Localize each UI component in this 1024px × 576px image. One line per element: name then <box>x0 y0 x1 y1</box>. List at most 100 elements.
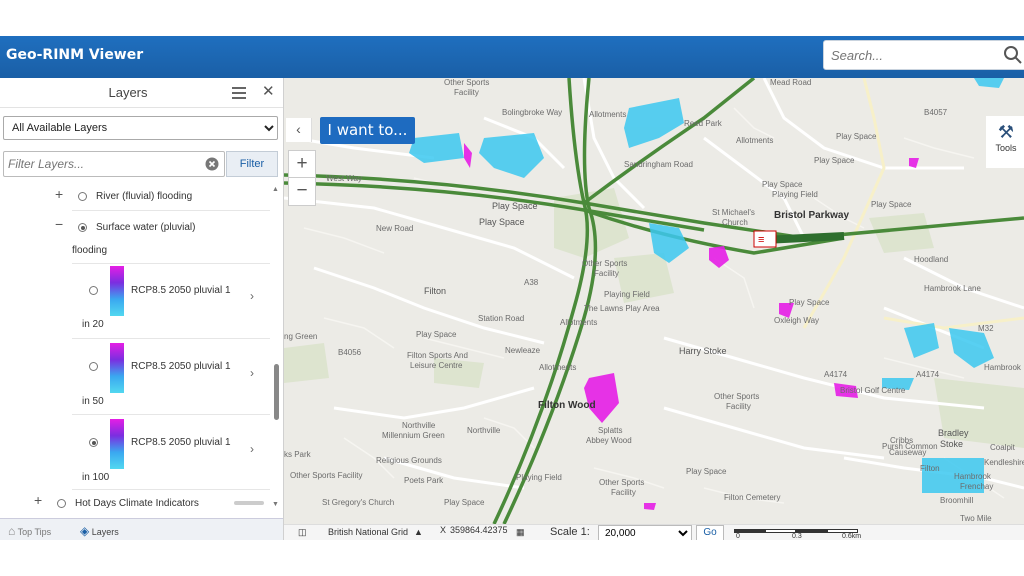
zoom-out-button[interactable]: − <box>289 178 315 205</box>
legend-swatch <box>110 266 124 316</box>
coord-system-selector[interactable]: British National Grid <box>328 527 408 537</box>
sublayer-label-continued: in 100 <box>82 472 110 483</box>
map-label: Play Space <box>492 201 538 211</box>
scroll-down-icon[interactable]: ▼ <box>272 501 279 508</box>
map-label: Harry Stoke <box>679 346 727 356</box>
scrollbar-thumb[interactable] <box>274 364 279 420</box>
map-label: Bolingbroke Way <box>502 108 563 117</box>
map-label: New Road <box>376 224 414 233</box>
expand-icon[interactable]: + <box>34 492 42 508</box>
app-window: Geo-RINM Viewer Layers ✕ All Available L… <box>0 36 1024 540</box>
map-label: Filton Wood <box>538 400 596 411</box>
scale-tick: 0.6km <box>842 533 862 540</box>
filter-field[interactable] <box>3 151 225 177</box>
scale-tick: 0 <box>736 533 740 540</box>
divider <box>72 338 270 339</box>
map-label: Kendleshire <box>984 458 1024 467</box>
map-label: Allotments <box>539 363 577 372</box>
filter-button[interactable]: Filter <box>226 151 278 177</box>
sublayer-radio-1in100[interactable] <box>89 438 98 447</box>
sublayer-radio-1in50[interactable] <box>89 362 98 371</box>
map-label: Facility <box>594 269 619 278</box>
map-label: Allotments <box>589 110 627 119</box>
map-label: Stoke <box>940 439 964 449</box>
layer-category-select[interactable]: All Available Layers <box>3 116 278 140</box>
i-want-to-button[interactable]: I want to... <box>320 117 415 144</box>
clear-filter-icon[interactable] <box>205 157 219 176</box>
map-label: Two Mile <box>960 514 992 523</box>
map-label: St Gregory's Church <box>322 498 395 507</box>
grid-icon[interactable]: ▦ <box>516 527 525 538</box>
filter-input[interactable] <box>4 152 199 176</box>
map-label: Causeway <box>889 448 927 457</box>
search-box[interactable] <box>823 40 1024 70</box>
map-label: Facility <box>726 402 751 411</box>
map-label: Leisure Centre <box>410 361 463 370</box>
map-label: Other Sports <box>582 259 628 268</box>
go-button[interactable]: Go <box>696 525 724 540</box>
map-label: Newleaze <box>505 346 541 355</box>
map-label: Bradley <box>938 428 969 438</box>
map-label: Millennium Green <box>382 431 445 440</box>
map-label: Hoodland <box>914 255 949 264</box>
map-label: Filton <box>920 464 940 473</box>
tree-scrollbar[interactable]: ▲ ▼ <box>272 186 280 511</box>
map-label: Other Sports <box>599 478 645 487</box>
chevron-right-icon[interactable]: › <box>250 366 254 380</box>
map-label: Allotments <box>736 136 774 145</box>
zoom-in-button[interactable]: + <box>289 151 315 178</box>
search-icon[interactable] <box>1003 45 1023 70</box>
map-label: Hambrook <box>954 472 991 481</box>
opacity-slider[interactable] <box>234 501 264 505</box>
sublayer-label-continued: in 50 <box>82 396 104 407</box>
river-flooding-radio[interactable] <box>78 192 87 201</box>
home-icon: ⌂ <box>8 524 16 538</box>
tab-top-tips[interactable]: ⌂ Top Tips <box>8 521 51 540</box>
layer-label: River (fluvial) flooding <box>96 191 193 202</box>
map-label: Other Sports <box>444 78 490 87</box>
panel-title: Layers <box>108 85 148 100</box>
chevron-right-icon[interactable]: › <box>250 289 254 303</box>
map-label: A4174 <box>824 370 848 379</box>
panel-menu-icon[interactable] <box>232 86 248 104</box>
header-bar: Geo-RINM Viewer <box>0 36 1024 78</box>
surface-water-radio[interactable] <box>78 223 87 232</box>
scroll-up-icon[interactable]: ▲ <box>272 186 279 193</box>
map-canvas[interactable]: ≡ Other Sports Facility Allotments Bolin… <box>284 78 1024 524</box>
scale-select[interactable]: 20,000 <box>598 525 692 540</box>
map-label: Filton <box>424 286 447 296</box>
collapse-icon[interactable]: − <box>55 216 63 232</box>
tools-button[interactable]: ⚒ Tools <box>986 116 1024 168</box>
tools-label: Tools <box>995 143 1017 153</box>
map-label: Splatts <box>598 426 623 435</box>
sublayer-label: RCP8.5 2050 pluvial 1 <box>131 285 231 296</box>
map-label: Poets Park <box>404 476 444 485</box>
map-label: Other Sports Facility <box>290 471 363 480</box>
search-input[interactable] <box>824 41 994 69</box>
coord-system-icon: ◫ <box>298 527 307 537</box>
map-label: Cribbs <box>890 436 914 445</box>
sublayer-radio-1in20[interactable] <box>89 286 98 295</box>
map-label: Reed Park <box>684 119 722 128</box>
dropdown-arrow-icon[interactable]: ▲ <box>414 527 423 537</box>
map-label: The Lawns Play Area <box>584 304 660 313</box>
map-label: Other Sports <box>714 392 760 401</box>
map-label: Northville <box>402 421 436 430</box>
layers-panel: Layers ✕ All Available Layers Filter + R… <box>0 78 284 540</box>
status-bar: ◫ British National Grid ▲ X 359864.42375… <box>284 524 1024 540</box>
tab-layers[interactable]: ◈ Layers <box>80 521 119 540</box>
sublayer-label: RCP8.5 2050 pluvial 1 <box>131 361 231 372</box>
tab-label: Top Tips <box>17 527 52 537</box>
collapse-panel-button[interactable]: ‹ <box>286 118 312 142</box>
close-icon[interactable]: ✕ <box>262 82 275 100</box>
hot-days-radio[interactable] <box>57 499 66 508</box>
map-label: Play Space <box>789 298 830 307</box>
map-label: Bristol Parkway <box>774 210 850 221</box>
map-label: Playing Field <box>772 190 818 199</box>
scale-tick: 0.3 <box>792 533 802 540</box>
map-label: Religious Grounds <box>376 456 442 465</box>
divider <box>72 263 270 264</box>
chevron-right-icon[interactable]: › <box>250 442 254 456</box>
map-label: ks Park <box>284 450 311 459</box>
expand-icon[interactable]: + <box>55 186 63 202</box>
